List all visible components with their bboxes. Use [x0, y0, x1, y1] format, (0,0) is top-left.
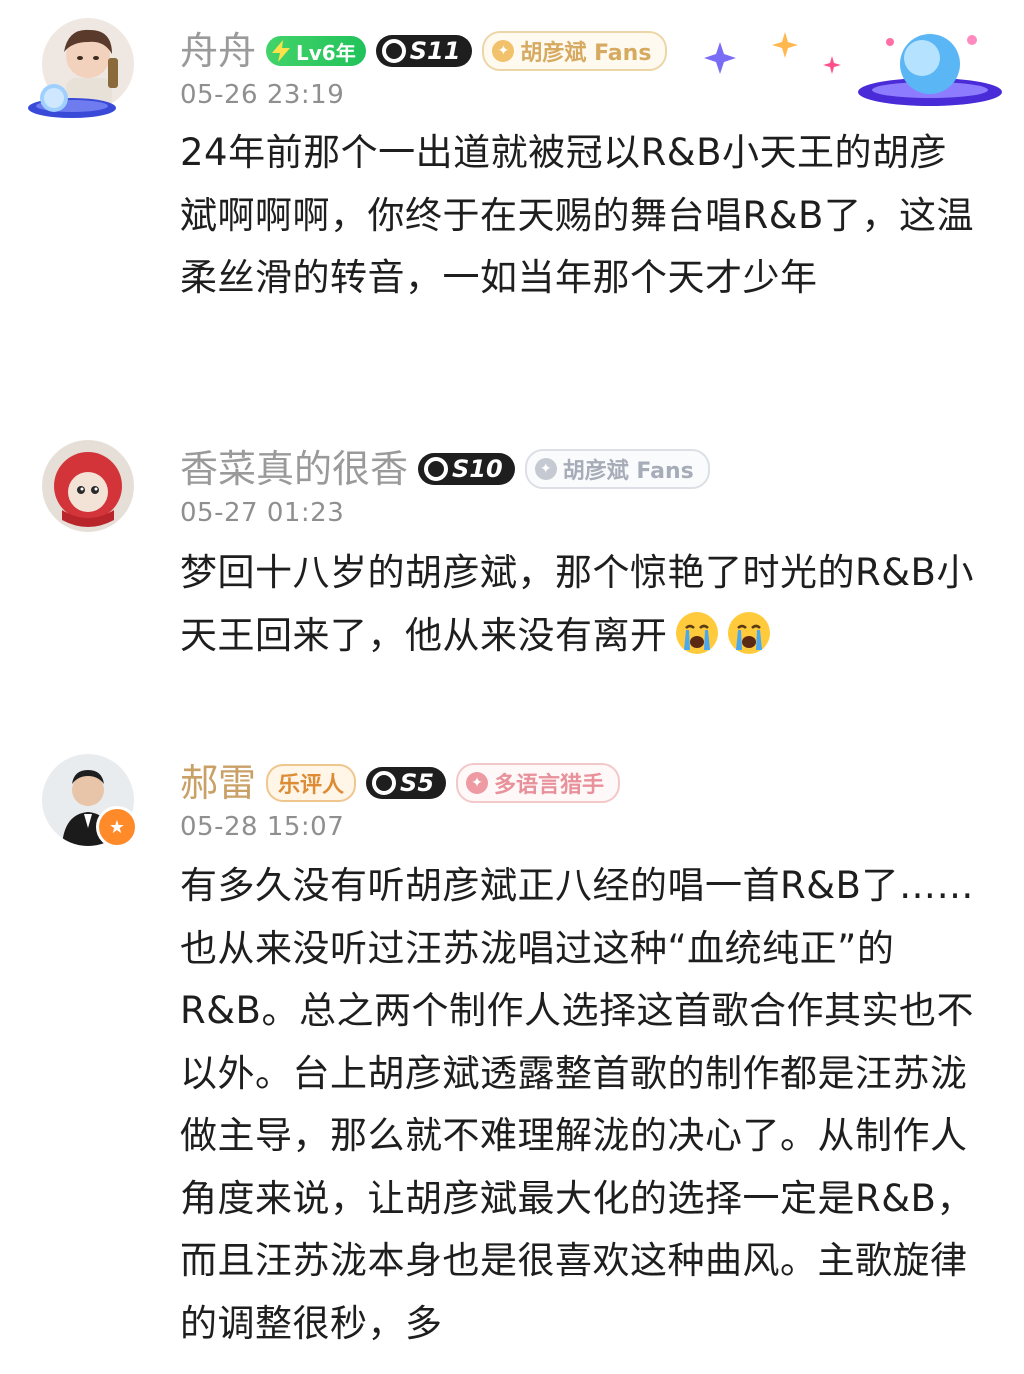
fan-hexagon-icon: ✦ [466, 772, 489, 794]
sparkle-decor [704, 32, 1002, 106]
comment-text-content: 梦回十八岁的胡彦斌，那个惊艳了时光的R&B小天王回来了，他从来没有离开 [180, 551, 974, 657]
avatar[interactable] [28, 18, 134, 118]
timestamp: 05-28 15:07 [180, 812, 345, 842]
comment-header: 香菜真的很香 S10 ✦ 胡彦斌 Fans [180, 444, 710, 494]
comment-text[interactable]: 梦回十八岁的胡彦斌，那个惊艳了时光的R&B小天王回来了，他从来没有离开 [180, 542, 980, 667]
vip-star-icon: ★ [96, 806, 138, 848]
avatar-frame-decor [28, 84, 116, 118]
timestamp: 05-27 01:23 [180, 498, 345, 528]
s-badge-label: S5 [400, 769, 435, 797]
fans-badge-label: 胡彦斌 Fans [520, 41, 652, 66]
fans-badge-label: 多语言猎手 [494, 773, 605, 798]
crying-emoji [675, 611, 718, 654]
username[interactable]: 郝雷 [180, 758, 256, 808]
s-ring-icon [424, 457, 449, 481]
s-badge[interactable]: S11 [375, 35, 473, 67]
level-badge[interactable]: Lv6年 [266, 36, 366, 66]
username[interactable]: 舟舟 [180, 26, 256, 76]
comment-text[interactable]: 有多久没有听胡彦斌正八经的唱一首R&B了……也从来没听过汪苏泷唱过这种“血统纯正… [180, 855, 980, 1355]
s-ring-icon [372, 771, 397, 795]
avatar[interactable] [42, 440, 134, 532]
comment-text[interactable]: 24年前那个一出道就被冠以R&B小天王的胡彦斌啊啊啊，你终于在天赐的舞台唱R&B… [180, 122, 980, 310]
s-badge-label: S10 [452, 455, 503, 483]
timestamp: 05-26 23:19 [180, 80, 345, 110]
s-badge-label: S11 [409, 37, 461, 65]
crying-emoji [727, 611, 770, 654]
fan-hexagon-icon: ✦ [492, 40, 515, 62]
fan-hexagon-icon: ✦ [534, 458, 557, 480]
s-badge[interactable]: S10 [418, 453, 515, 485]
fans-badge-label: 胡彦斌 Fans [562, 459, 694, 484]
s-ring-icon [381, 39, 406, 63]
comment-header: 郝雷 乐评人 S5 ✦ 多语言猎手 [180, 758, 621, 808]
s-badge[interactable]: S5 [366, 767, 447, 799]
fans-badge[interactable]: ✦ 多语言猎手 [456, 763, 621, 803]
lightning-icon [272, 40, 291, 62]
fans-badge[interactable]: ✦ 胡彦斌 Fans [524, 449, 710, 489]
comment-header: 舟舟 Lv6年 S11 ✦ 胡彦斌 Fans [180, 26, 668, 76]
username[interactable]: 香菜真的很香 [180, 444, 408, 494]
avatar[interactable]: ★ [42, 754, 138, 848]
level-badge-label: Lv6年 [296, 40, 356, 65]
fans-badge[interactable]: ✦ 胡彦斌 Fans [482, 31, 668, 71]
critic-badge[interactable]: 乐评人 [266, 764, 357, 802]
